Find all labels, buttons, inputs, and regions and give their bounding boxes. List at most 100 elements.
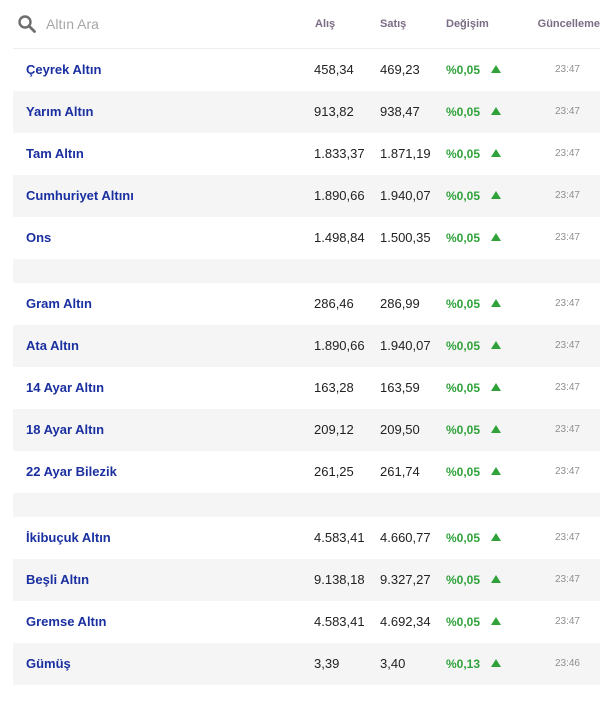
item-name-link[interactable]: Beşli Altın <box>26 559 89 601</box>
buy-price: 1.890,66 <box>314 338 365 353</box>
table-row[interactable]: Ata Altın 1.890,66 1.940,07 %0,05 23:47 <box>13 325 600 367</box>
change-percent: %0,05 <box>446 381 481 395</box>
table-row[interactable]: 14 Ayar Altın 163,28 163,59 %0,05 23:47 <box>13 367 600 409</box>
item-name-link[interactable]: Cumhuriyet Altını <box>26 175 134 217</box>
arrow-up-icon <box>491 383 501 391</box>
search-icon[interactable] <box>17 14 37 34</box>
update-time: 23:47 <box>554 340 580 351</box>
table-row[interactable]: Gram Altın 286,46 286,99 %0,05 23:47 <box>13 283 600 325</box>
sell-price: 4.660,77 <box>380 530 431 545</box>
sell-price: 4.692,34 <box>380 614 431 629</box>
arrow-up-icon <box>491 149 501 157</box>
change-percent: %0,05 <box>446 423 481 437</box>
table-row[interactable]: Gümüş 3,39 3,40 %0,13 23:46 <box>13 643 600 685</box>
sell-price: 1.871,19 <box>380 146 431 161</box>
item-name-link[interactable]: Gümüş <box>26 643 71 685</box>
item-name-link[interactable]: 14 Ayar Altın <box>26 367 104 409</box>
update-time: 23:47 <box>554 574 580 585</box>
table-row[interactable]: Çeyrek Altın 458,34 469,23 %0,05 23:47 <box>13 49 600 91</box>
change-percent: %0,05 <box>446 297 481 311</box>
item-name-link[interactable]: 22 Ayar Bilezik <box>26 451 117 493</box>
column-header-updated[interactable]: Güncelleme <box>538 18 600 30</box>
update-time: 23:47 <box>554 532 580 543</box>
table-row[interactable]: Tam Altın 1.833,37 1.871,19 %0,05 23:47 <box>13 133 600 175</box>
buy-price: 286,46 <box>314 296 354 311</box>
item-name-link[interactable]: Gram Altın <box>26 283 92 325</box>
buy-price: 209,12 <box>314 422 354 437</box>
item-name-link[interactable]: Tam Altın <box>26 133 84 175</box>
update-time: 23:46 <box>554 658 580 669</box>
table-row[interactable]: Ons 1.498,84 1.500,35 %0,05 23:47 <box>13 217 600 259</box>
update-time: 23:47 <box>554 148 580 159</box>
table-row[interactable]: Gremse Altın 4.583,41 4.692,34 %0,05 23:47 <box>13 601 600 643</box>
buy-price: 458,34 <box>314 62 354 77</box>
sell-price: 209,50 <box>380 422 420 437</box>
arrow-up-icon <box>491 191 501 199</box>
change-percent: %0,13 <box>446 657 481 671</box>
table-row[interactable]: İkibuçuk Altın 4.583,41 4.660,77 %0,05 23:47 <box>13 517 600 559</box>
item-name-link[interactable]: Ons <box>26 217 51 259</box>
arrow-up-icon <box>491 341 501 349</box>
sell-price: 261,74 <box>380 464 420 479</box>
change-percent: %0,05 <box>446 63 481 77</box>
table-row[interactable]: Cumhuriyet Altını 1.890,66 1.940,07 %0,05 23… <box>13 175 600 217</box>
arrow-up-icon <box>491 467 501 475</box>
arrow-up-icon <box>491 233 501 241</box>
update-time: 23:47 <box>554 424 580 435</box>
update-time: 23:47 <box>554 382 580 393</box>
group-separator <box>13 493 600 517</box>
change-percent: %0,05 <box>446 573 481 587</box>
update-time: 23:47 <box>554 190 580 201</box>
arrow-up-icon <box>491 65 501 73</box>
update-time: 23:47 <box>554 232 580 243</box>
buy-price: 1.498,84 <box>314 230 365 245</box>
sell-price: 3,40 <box>380 656 406 671</box>
table-row[interactable]: 22 Ayar Bilezik 261,25 261,74 %0,05 23:47 <box>13 451 600 493</box>
buy-price: 1.890,66 <box>314 188 365 203</box>
arrow-up-icon <box>491 533 501 541</box>
item-name-link[interactable]: Ata Altın <box>26 325 79 367</box>
column-header-buy[interactable]: Alış <box>315 18 335 30</box>
sell-price: 9.327,27 <box>380 572 431 587</box>
item-name-link[interactable]: Yarım Altın <box>26 91 93 133</box>
change-percent: %0,05 <box>446 531 481 545</box>
sell-price: 1.500,35 <box>380 230 431 245</box>
arrow-up-icon <box>491 659 501 667</box>
item-name-link[interactable]: Gremse Altın <box>26 601 106 643</box>
column-header-change[interactable]: Değişim <box>446 18 489 30</box>
buy-price: 9.138,18 <box>314 572 365 587</box>
gold-price-table: Alış Satış Değişim Güncelleme Çeyrek Alt… <box>13 0 600 685</box>
item-name-link[interactable]: Çeyrek Altın <box>26 49 101 91</box>
table-row[interactable]: Yarım Altın 913,82 938,47 %0,05 23:47 <box>13 91 600 133</box>
update-time: 23:47 <box>554 106 580 117</box>
arrow-up-icon <box>491 617 501 625</box>
update-time: 23:47 <box>554 466 580 477</box>
sell-price: 1.940,07 <box>380 338 431 353</box>
change-percent: %0,05 <box>446 231 481 245</box>
buy-price: 3,39 <box>314 656 340 671</box>
table-row[interactable]: Beşli Altın 9.138,18 9.327,27 %0,05 23:47 <box>13 559 600 601</box>
table-body: Çeyrek Altın 458,34 469,23 %0,05 23:47 Yarım … <box>13 49 600 685</box>
group-separator <box>13 259 600 283</box>
item-name-link[interactable]: İkibuçuk Altın <box>26 517 111 559</box>
table-header: Alış Satış Değişim Güncelleme <box>13 0 600 49</box>
buy-price: 913,82 <box>314 104 354 119</box>
column-header-sell[interactable]: Satış <box>380 18 406 30</box>
buy-price: 4.583,41 <box>314 614 365 629</box>
arrow-up-icon <box>491 425 501 433</box>
item-name-link[interactable]: 18 Ayar Altın <box>26 409 104 451</box>
change-percent: %0,05 <box>446 147 481 161</box>
update-time: 23:47 <box>554 64 580 75</box>
sell-price: 1.940,07 <box>380 188 431 203</box>
arrow-up-icon <box>491 299 501 307</box>
table-row[interactable]: 18 Ayar Altın 209,12 209,50 %0,05 23:47 <box>13 409 600 451</box>
change-percent: %0,05 <box>446 105 481 119</box>
change-percent: %0,05 <box>446 615 481 629</box>
buy-price: 261,25 <box>314 464 354 479</box>
buy-price: 4.583,41 <box>314 530 365 545</box>
sell-price: 938,47 <box>380 104 420 119</box>
update-time: 23:47 <box>554 616 580 627</box>
sell-price: 286,99 <box>380 296 420 311</box>
search-input[interactable] <box>46 12 276 36</box>
sell-price: 469,23 <box>380 62 420 77</box>
